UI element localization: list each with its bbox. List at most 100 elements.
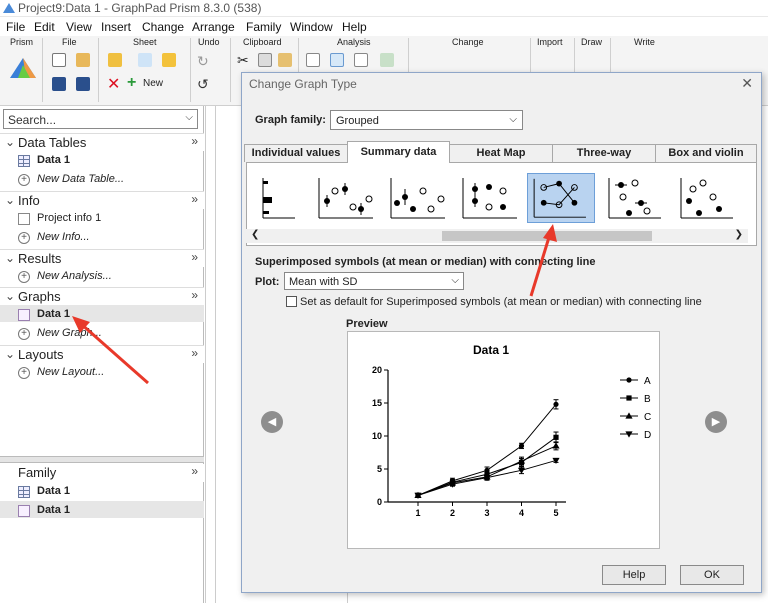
sidebar-item-graph-data-1[interactable]: Data 1	[18, 306, 198, 324]
graph-type-thumb-interleaved[interactable]	[385, 173, 453, 223]
ribbon-group-clipboard: Clipboard	[243, 37, 282, 47]
y-tick-label: 5	[377, 464, 382, 474]
sidebar-item-new-layout[interactable]: + New Layout...	[18, 364, 198, 382]
sheet-settings-icon[interactable]	[138, 53, 152, 67]
graph-type-thumb-bars[interactable]	[249, 173, 317, 223]
menu-file[interactable]: File	[6, 20, 25, 34]
section-data-tables[interactable]: ⌄ Data Tables »	[0, 133, 204, 151]
tab-three-way[interactable]: Three-way	[552, 144, 656, 162]
analyze-icon[interactable]	[306, 53, 320, 67]
chevron-down-icon: ⌵	[509, 114, 517, 125]
sidebar-item-new-info[interactable]: + New Info...	[18, 229, 198, 247]
expand-arrows-icon[interactable]: »	[191, 192, 198, 206]
plus-circle-icon: +	[18, 271, 30, 283]
sidebar-item-new-analysis[interactable]: + New Analysis...	[18, 268, 198, 286]
prism-home-icon[interactable]	[8, 56, 38, 80]
expand-arrows-icon[interactable]: »	[191, 288, 198, 302]
collapse-icon[interactable]: ⌄	[5, 347, 15, 361]
data-point-B	[553, 434, 559, 440]
chevron-down-icon[interactable]: ⌵	[185, 112, 193, 123]
graph-type-thumb-horizontal-grouped[interactable]	[673, 173, 741, 223]
sidebar-item-data-table[interactable]: Data 1	[18, 152, 198, 170]
new-menu-button[interactable]: New	[143, 78, 163, 89]
section-graphs[interactable]: ⌄ Graphs »	[0, 287, 204, 305]
undo-icon[interactable]: ↺	[197, 76, 209, 93]
pin-icon[interactable]	[162, 53, 176, 67]
panel-splitter[interactable]	[0, 456, 204, 463]
section-family[interactable]: Family »	[0, 464, 204, 482]
sidebar-item-new-data-table[interactable]: + New Data Table...	[18, 171, 198, 189]
graph-type-thumb-grouped-points[interactable]	[457, 173, 525, 223]
redo-icon[interactable]: ↻	[197, 53, 209, 70]
save-as-icon[interactable]	[76, 77, 90, 91]
help-button[interactable]: Help	[602, 565, 666, 585]
collapse-icon[interactable]: ⌄	[5, 193, 15, 207]
plot-select[interactable]: Mean with SD ⌵	[284, 272, 464, 290]
next-arrow-icon[interactable]: ▶	[705, 411, 727, 433]
sidebar-item-new-graph[interactable]: + New Graph...	[18, 325, 198, 343]
preview-label: Preview	[346, 318, 388, 330]
menu-arrange[interactable]: Arrange	[192, 20, 235, 34]
ok-button[interactable]: OK	[680, 565, 744, 585]
scroll-right-icon[interactable]: ❯	[735, 229, 743, 240]
delete-icon[interactable]: ✕	[107, 74, 120, 94]
previous-arrow-icon[interactable]: ◀	[261, 411, 283, 433]
section-layouts[interactable]: ⌄ Layouts »	[0, 345, 204, 363]
gallery-scrollbar[interactable]: ❮ ❯	[246, 229, 748, 243]
tab-summary-data[interactable]: Summary data	[347, 141, 450, 163]
menu-insert[interactable]: Insert	[101, 20, 131, 34]
sidebar-item-project-info[interactable]: Project info 1	[18, 210, 198, 228]
collapse-icon[interactable]: ⌄	[5, 251, 15, 265]
graph-type-thumb-connecting-line[interactable]	[527, 173, 595, 223]
collapse-icon[interactable]: ⌄	[5, 289, 15, 303]
tab-individual-values[interactable]: Individual values	[244, 144, 348, 162]
scrollbar-thumb[interactable]	[442, 231, 652, 241]
menu-bar: File Edit View Insert Change Arrange Fam…	[0, 18, 768, 36]
copy-icon[interactable]	[258, 53, 272, 67]
data-point-C	[552, 442, 560, 449]
menu-family[interactable]: Family	[246, 20, 281, 34]
tab-box-and-violin[interactable]: Box and violin	[655, 144, 757, 162]
menu-edit[interactable]: Edit	[34, 20, 55, 34]
tab-heat-map[interactable]: Heat Map	[449, 144, 553, 162]
add-icon[interactable]: +	[127, 74, 136, 92]
highlighter-icon[interactable]	[108, 53, 122, 67]
plus-circle-icon: +	[18, 232, 30, 244]
save-icon[interactable]	[52, 77, 66, 91]
cut-icon[interactable]: ✂	[237, 52, 249, 69]
expand-arrows-icon[interactable]: »	[191, 464, 198, 478]
chevron-down-icon: ⌵	[451, 275, 459, 286]
paste-icon[interactable]	[278, 53, 292, 67]
graph-family-select[interactable]: Grouped ⌵	[330, 110, 523, 130]
graph-type-thumb-horizontal[interactable]	[601, 173, 669, 223]
expand-arrows-icon[interactable]: »	[191, 346, 198, 360]
collapse-icon[interactable]: ⌄	[5, 135, 15, 149]
new-file-icon[interactable]	[52, 53, 66, 67]
legend-label: D	[644, 430, 651, 441]
menu-change[interactable]: Change	[142, 20, 184, 34]
item-label: New Data Table...	[37, 173, 125, 185]
family-item-graph[interactable]: Data 1	[18, 502, 198, 520]
menu-view[interactable]: View	[66, 20, 92, 34]
expand-arrows-icon[interactable]: »	[191, 134, 198, 148]
graph-type-thumb-scatter-sd[interactable]	[313, 173, 381, 223]
close-icon[interactable]: ✕	[741, 75, 753, 92]
graph-analysis-icon[interactable]	[330, 53, 344, 67]
y-tick-label: 20	[372, 365, 382, 375]
expand-arrows-icon[interactable]: »	[191, 250, 198, 264]
legend-label: A	[644, 376, 651, 387]
search-placeholder: Search...	[8, 113, 57, 127]
family-item-data-table[interactable]: Data 1	[18, 483, 198, 501]
menu-window[interactable]: Window	[290, 20, 333, 34]
table-analysis-icon[interactable]	[354, 53, 368, 67]
results-icon[interactable]	[380, 53, 394, 67]
dialog-title: Change Graph Type	[249, 77, 357, 91]
section-results[interactable]: ⌄ Results »	[0, 249, 204, 267]
search-input[interactable]: Search... ⌵	[3, 109, 198, 129]
menu-help[interactable]: Help	[342, 20, 367, 34]
graph-preview: Data 1 0 5 10 15 20 1 2 3 4 5 A B C D	[347, 331, 660, 549]
section-info[interactable]: ⌄ Info »	[0, 191, 204, 209]
open-folder-icon[interactable]	[76, 53, 90, 67]
scroll-left-icon[interactable]: ❮	[251, 229, 259, 240]
set-default-checkbox[interactable]	[286, 296, 297, 307]
